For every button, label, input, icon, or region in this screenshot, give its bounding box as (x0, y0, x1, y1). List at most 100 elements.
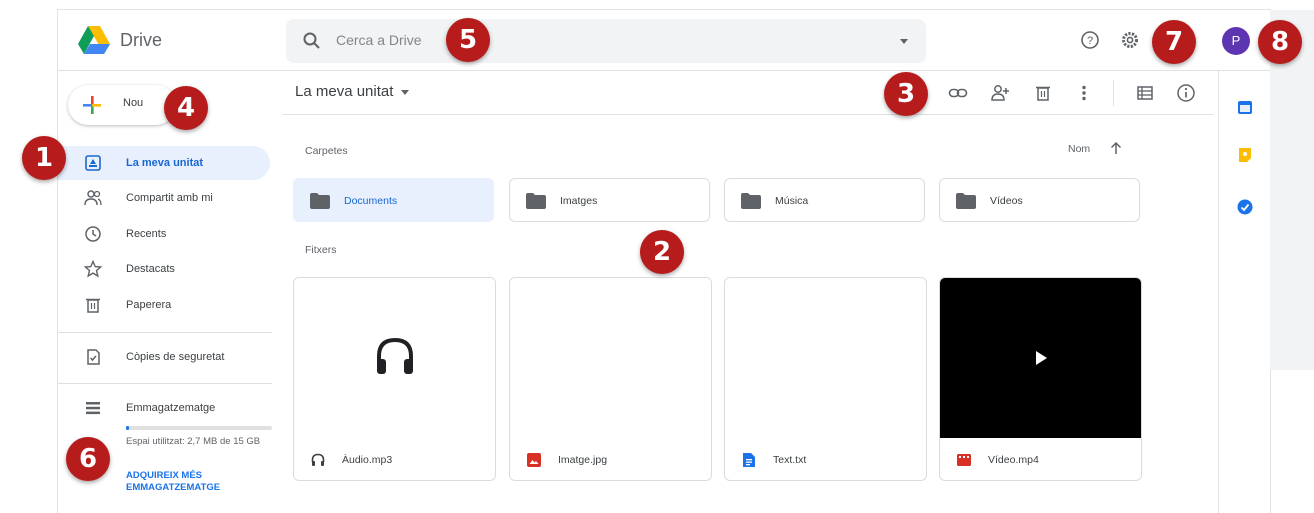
sidebar-item-backups[interactable]: Còpies de seguretat (58, 340, 270, 374)
headphones-icon (377, 337, 413, 374)
plus-icon (83, 96, 101, 114)
drive-logo-icon[interactable] (78, 26, 110, 54)
annotation-badge: 1 (22, 136, 66, 180)
sidebar-item-my-drive[interactable]: La meva unitat (58, 146, 270, 180)
calendar-icon[interactable] (1236, 98, 1254, 116)
search-icon[interactable] (302, 31, 322, 51)
file-video[interactable]: Vídeo.mp4 (939, 277, 1142, 481)
divider (58, 383, 272, 384)
trash-icon (86, 298, 100, 313)
folder-label: Vídeos (990, 195, 1023, 207)
sidebar-item-shared[interactable]: Compartit amb mi (58, 181, 270, 215)
file-preview (294, 278, 495, 438)
storage-progress-bar (126, 426, 272, 430)
svg-text:?: ? (1087, 35, 1093, 47)
arrow-up-icon[interactable] (1109, 141, 1123, 155)
tasks-icon[interactable] (1236, 198, 1254, 216)
files-section-label: Fitxers (305, 244, 337, 256)
annotation-badge: 8 (1258, 20, 1302, 64)
sidebar-item-recent[interactable]: Recents (58, 217, 270, 251)
share-person-add-icon[interactable] (990, 83, 1010, 103)
file-name: Vídeo.mp4 (988, 454, 1039, 466)
shared-icon (84, 190, 102, 206)
file-name: Àudio.mp3 (342, 454, 393, 466)
sidebar-item-label: Destacats (126, 263, 175, 275)
annotation-badge: 3 (884, 72, 928, 116)
main-header: La meva unitat (283, 70, 1213, 115)
annotation-badge: 6 (66, 437, 110, 481)
search-input[interactable]: Cerca a Drive (336, 32, 422, 48)
file-name: Imatge.jpg (558, 454, 608, 466)
video-preview (940, 278, 1141, 438)
sidebar-item-label: Paperera (126, 299, 172, 311)
divider (58, 332, 272, 333)
folder-icon (310, 193, 330, 209)
headphones-icon (311, 453, 325, 466)
annotation-badge: 2 (640, 230, 684, 274)
storage-progress-fill (126, 426, 129, 430)
new-button-label: Nou (123, 97, 144, 109)
sort-by-name[interactable]: Nom (1068, 143, 1090, 155)
file-preview (510, 278, 711, 438)
sidebar-item-label: La meva unitat (126, 157, 204, 169)
chevron-down-icon (401, 89, 410, 95)
trash-icon[interactable] (1033, 83, 1053, 103)
sidebar-item-label: Compartit amb mi (126, 192, 213, 204)
folder-icon (526, 193, 546, 209)
folder-label: Música (775, 195, 809, 207)
clock-icon (85, 226, 101, 242)
file-audio[interactable]: Àudio.mp3 (293, 277, 496, 481)
info-icon[interactable] (1176, 83, 1196, 103)
new-button[interactable]: Nou (68, 85, 176, 125)
avatar[interactable]: P (1222, 27, 1250, 55)
main-content: La meva unitat Carpetes Nom Documents Im… (283, 70, 1213, 513)
toolbar-divider (1113, 80, 1114, 106)
keep-icon[interactable] (1236, 146, 1254, 164)
annotation-badge: 5 (446, 18, 490, 62)
sidebar-item-storage[interactable]: Emmagatzematge (58, 391, 270, 425)
search-bar[interactable]: Cerca a Drive (286, 19, 926, 63)
file-preview (725, 278, 926, 438)
more-vert-icon[interactable] (1074, 83, 1094, 103)
folders-section-label: Carpetes (305, 145, 348, 157)
link-icon[interactable] (948, 83, 968, 103)
search-options-icon[interactable] (900, 39, 908, 44)
my-drive-icon (85, 155, 101, 171)
file-name: Text.txt (773, 454, 807, 466)
folder-label: Documents (344, 195, 398, 207)
settings-gear-icon[interactable] (1120, 30, 1140, 50)
folder-images[interactable]: Imatges (509, 178, 710, 222)
file-image[interactable]: Imatge.jpg (509, 277, 712, 481)
folder-documents[interactable]: Documents (293, 178, 494, 222)
backup-icon (87, 349, 100, 365)
sidebar-item-label: Còpies de seguretat (126, 351, 225, 363)
sidebar-item-starred[interactable]: Destacats (58, 252, 270, 286)
breadcrumb[interactable]: La meva unitat (295, 83, 410, 100)
list-view-icon[interactable] (1135, 83, 1155, 103)
video-file-icon (957, 454, 971, 466)
folder-icon (956, 193, 976, 209)
sidebar-item-trash[interactable]: Paperera (58, 288, 270, 322)
sidebar-item-label: Emmagatzematge (126, 402, 216, 414)
side-apps-panel (1218, 70, 1270, 513)
storage-icon (86, 402, 100, 415)
folder-label: Imatges (560, 195, 598, 207)
folder-icon (741, 193, 761, 209)
background-shade (1270, 10, 1314, 370)
doc-file-icon (743, 453, 755, 467)
storage-used-text: Espai utilitzat: 2,7 MB de 15 GB (126, 436, 261, 447)
buy-storage-link[interactable]: ADQUIREIX MÉS EMMAGATZEMATGE (126, 470, 276, 494)
help-icon[interactable]: ? (1080, 30, 1100, 50)
annotation-badge: 7 (1152, 20, 1196, 64)
annotation-badge: 4 (164, 86, 208, 130)
file-text[interactable]: Text.txt (724, 277, 927, 481)
star-icon (84, 260, 102, 278)
folder-music[interactable]: Música (724, 178, 925, 222)
sidebar-item-label: Recents (126, 228, 167, 240)
image-file-icon (527, 453, 541, 467)
folder-videos[interactable]: Vídeos (939, 178, 1140, 222)
breadcrumb-label: La meva unitat (295, 83, 394, 100)
top-bar: Drive Cerca a Drive ? P (58, 10, 1270, 71)
app-name[interactable]: Drive (120, 30, 162, 51)
play-icon[interactable] (1034, 350, 1048, 366)
